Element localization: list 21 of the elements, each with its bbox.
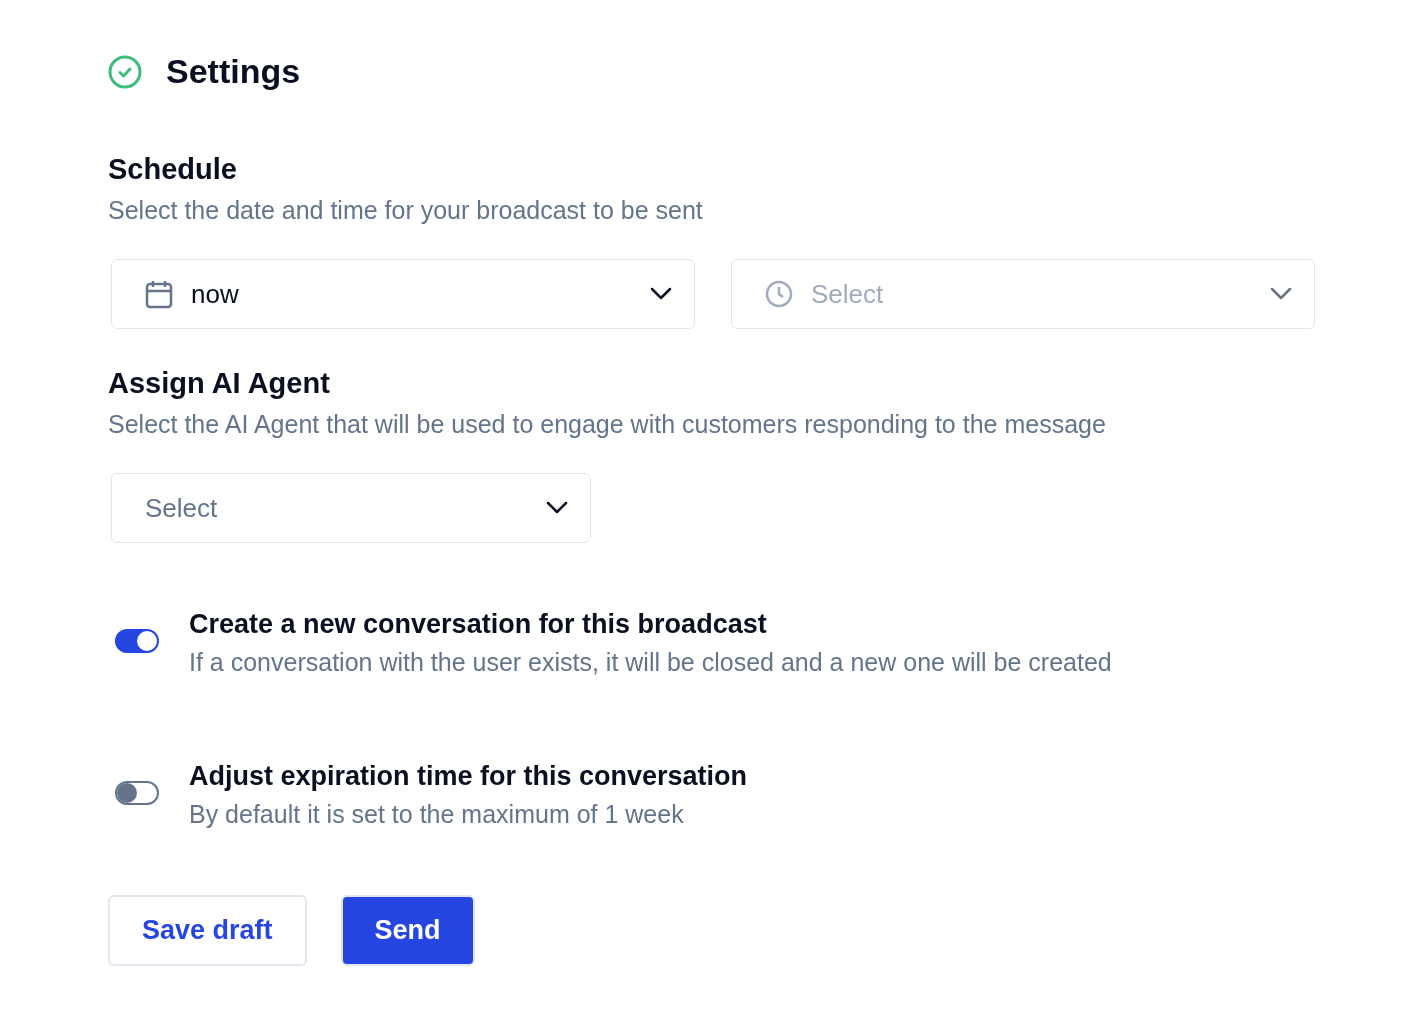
page-title: Settings <box>166 52 301 91</box>
section-title: Assign AI Agent <box>108 367 331 400</box>
section-description: Select the date and time for your broadcast to be sent <box>108 196 704 225</box>
toggle-description: By default it is set to the maximum of 1 week <box>189 800 685 829</box>
clock-icon <box>765 280 793 308</box>
chevron-down-icon <box>546 501 568 515</box>
chevron-down-icon <box>650 287 672 301</box>
chevron-down-icon <box>1270 287 1292 301</box>
toggle-switch[interactable] <box>115 781 159 805</box>
toggle-switch[interactable] <box>115 629 159 653</box>
toggle-description: If a conversation with the user exists, it will be closed and a new one will be created <box>189 648 1112 677</box>
send-button[interactable]: Send <box>340 895 475 966</box>
calendar-icon <box>145 279 173 309</box>
toggle-title: Create a new conversation for this broadcast <box>189 609 768 640</box>
select-field[interactable]: Select <box>111 473 591 543</box>
select-field[interactable]: now <box>111 259 695 329</box>
check-circle-icon <box>108 54 142 89</box>
section-description: Select the AI Agent that will be used to engage with customers responding to the message <box>108 410 1107 439</box>
save-draft-button[interactable]: Save draft <box>108 895 307 966</box>
section-title: Schedule <box>108 153 238 186</box>
toggle-title: Adjust expiration time for this conversation <box>189 761 748 792</box>
